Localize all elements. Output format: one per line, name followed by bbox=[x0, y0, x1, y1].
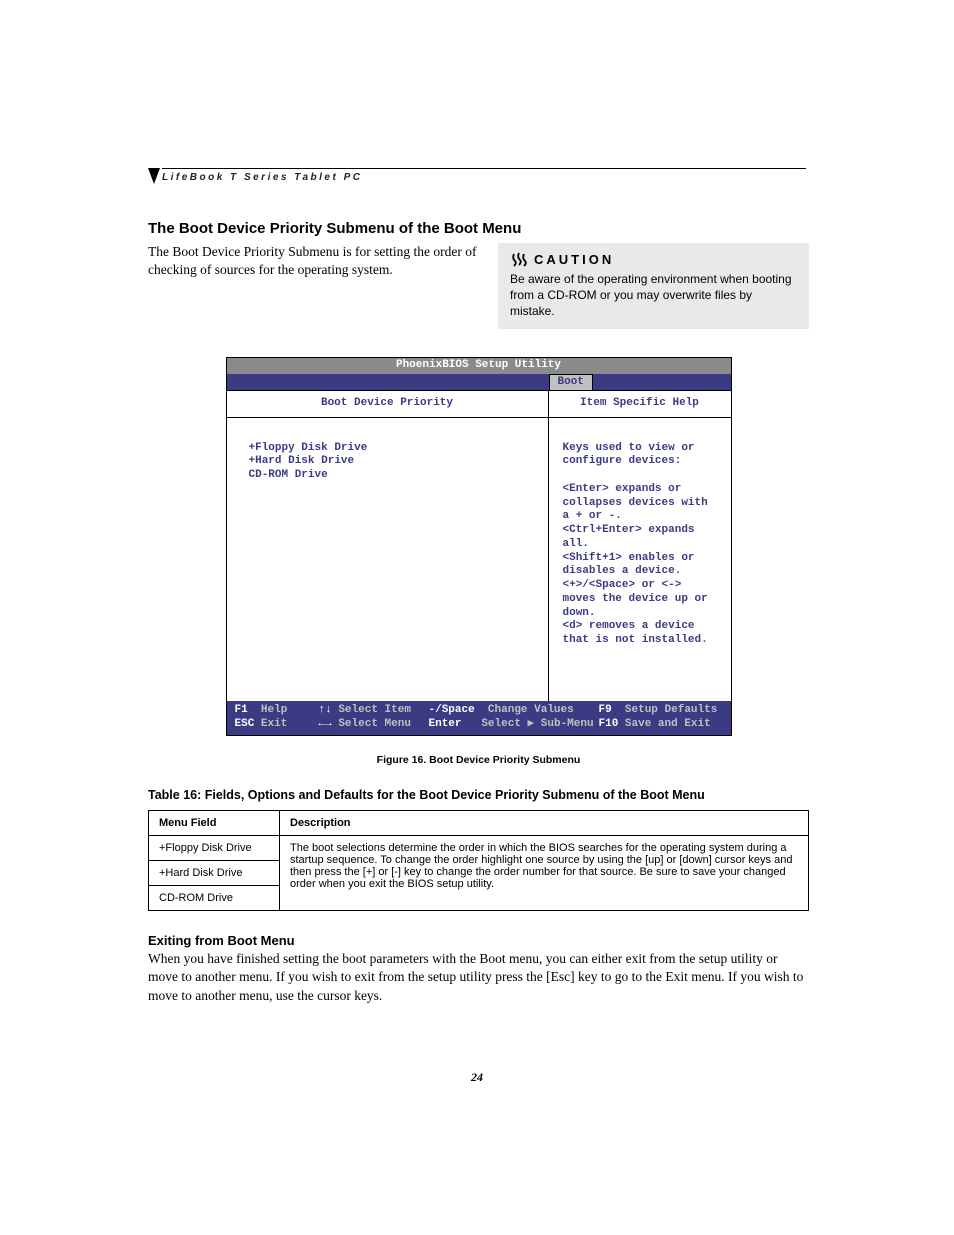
section-title: The Boot Device Priority Submenu of the … bbox=[148, 220, 809, 237]
bios-tabbar: Boot bbox=[227, 374, 731, 390]
help-line: <Enter> expands or bbox=[563, 483, 717, 497]
table-header: Menu Field bbox=[149, 811, 280, 836]
caution-label: CAUTION bbox=[534, 251, 614, 269]
bios-help-text: Keys used to view or configure devices: … bbox=[549, 418, 731, 697]
help-line: a + or -. bbox=[563, 510, 717, 524]
caution-icon bbox=[510, 252, 528, 268]
intro-row: The Boot Device Priority Submenu is for … bbox=[148, 243, 809, 329]
menu-field-cell: +Hard Disk Drive bbox=[149, 861, 280, 886]
table-row: +Floppy Disk Drive The boot selections d… bbox=[149, 836, 809, 861]
help-line: that is not installed. bbox=[563, 634, 717, 648]
fields-table: Menu Field Description +Floppy Disk Driv… bbox=[148, 810, 809, 911]
bios-left-pane: Boot Device Priority +Floppy Disk Drive … bbox=[227, 391, 549, 701]
header-chevron-icon bbox=[148, 168, 160, 184]
bios-window: PhoenixBIOS Setup Utility Boot Boot Devi… bbox=[226, 357, 732, 736]
help-line: configure devices: bbox=[563, 455, 717, 469]
table-header: Description bbox=[280, 811, 809, 836]
bios-device-list: +Floppy Disk Drive +Hard Disk Drive CD-R… bbox=[227, 418, 548, 701]
description-cell: The boot selections determine the order … bbox=[280, 836, 809, 911]
page-number: 24 bbox=[0, 1070, 954, 1085]
help-line: <+>/<Space> or <-> bbox=[563, 579, 717, 593]
bios-left-title: Boot Device Priority bbox=[227, 391, 548, 418]
bios-body: Boot Device Priority +Floppy Disk Drive … bbox=[227, 390, 731, 701]
figure-caption: Figure 16. Boot Device Priority Submenu bbox=[148, 754, 809, 766]
list-item: +Hard Disk Drive bbox=[249, 455, 536, 469]
running-header: LifeBook T Series Tablet PC bbox=[162, 168, 806, 183]
list-item: CD-ROM Drive bbox=[249, 469, 536, 483]
help-line: <d> removes a device bbox=[563, 620, 717, 634]
list-item: +Floppy Disk Drive bbox=[249, 442, 536, 456]
action-label: Select Menu bbox=[338, 718, 411, 730]
bios-right-title: Item Specific Help bbox=[549, 391, 731, 418]
page: LifeBook T Series Tablet PC The Boot Dev… bbox=[0, 0, 954, 1235]
bios-footer: F1 Help ↑↓ Select Item -/Space Change Va… bbox=[227, 701, 731, 736]
action-label: Setup Defaults bbox=[625, 704, 717, 716]
action-label: Save and Exit bbox=[625, 718, 711, 730]
key-label: F9 bbox=[599, 704, 612, 716]
help-line: collapses devices with bbox=[563, 497, 717, 511]
exit-heading: Exiting from Boot Menu bbox=[148, 933, 809, 948]
help-line: <Ctrl+Enter> expands bbox=[563, 524, 717, 538]
table-title: Table 16: Fields, Options and Defaults f… bbox=[148, 788, 809, 802]
action-label: Help bbox=[261, 704, 287, 716]
key-label: F1 bbox=[235, 704, 248, 716]
help-line: <Shift+1> enables or bbox=[563, 552, 717, 566]
help-line bbox=[563, 469, 717, 483]
key-label: Enter bbox=[429, 718, 462, 730]
bios-right-pane: Item Specific Help Keys used to view or … bbox=[549, 391, 731, 701]
intro-text: The Boot Device Priority Submenu is for … bbox=[148, 243, 478, 329]
bios-figure: PhoenixBIOS Setup Utility Boot Boot Devi… bbox=[226, 357, 732, 736]
help-line: disables a device. bbox=[563, 565, 717, 579]
exit-body: When you have finished setting the boot … bbox=[148, 950, 809, 1005]
key-label: ESC bbox=[235, 718, 255, 730]
key-label: F10 bbox=[599, 718, 619, 730]
caution-body: Be aware of the operating environment wh… bbox=[510, 271, 797, 320]
help-line: moves the device up or bbox=[563, 593, 717, 607]
action-label: Select Item bbox=[338, 704, 411, 716]
action-label: Select ▶ Sub-Menu bbox=[481, 718, 593, 730]
bios-tab-boot: Boot bbox=[549, 374, 593, 390]
help-line: Keys used to view or bbox=[563, 442, 717, 456]
action-label: Change Values bbox=[488, 704, 574, 716]
bios-title: PhoenixBIOS Setup Utility bbox=[227, 358, 731, 374]
caution-heading: CAUTION bbox=[510, 251, 797, 269]
menu-field-cell: CD-ROM Drive bbox=[149, 886, 280, 911]
action-label: Exit bbox=[261, 718, 287, 730]
content: The Boot Device Priority Submenu of the … bbox=[148, 220, 809, 1005]
caution-box: CAUTION Be aware of the operating enviro… bbox=[498, 243, 809, 329]
key-label: ↑↓ bbox=[319, 704, 332, 716]
help-line: down. bbox=[563, 607, 717, 621]
menu-field-cell: +Floppy Disk Drive bbox=[149, 836, 280, 861]
key-label: ←→ bbox=[319, 718, 332, 730]
table-row: Menu Field Description bbox=[149, 811, 809, 836]
help-line: all. bbox=[563, 538, 717, 552]
key-label: -/Space bbox=[429, 704, 475, 716]
